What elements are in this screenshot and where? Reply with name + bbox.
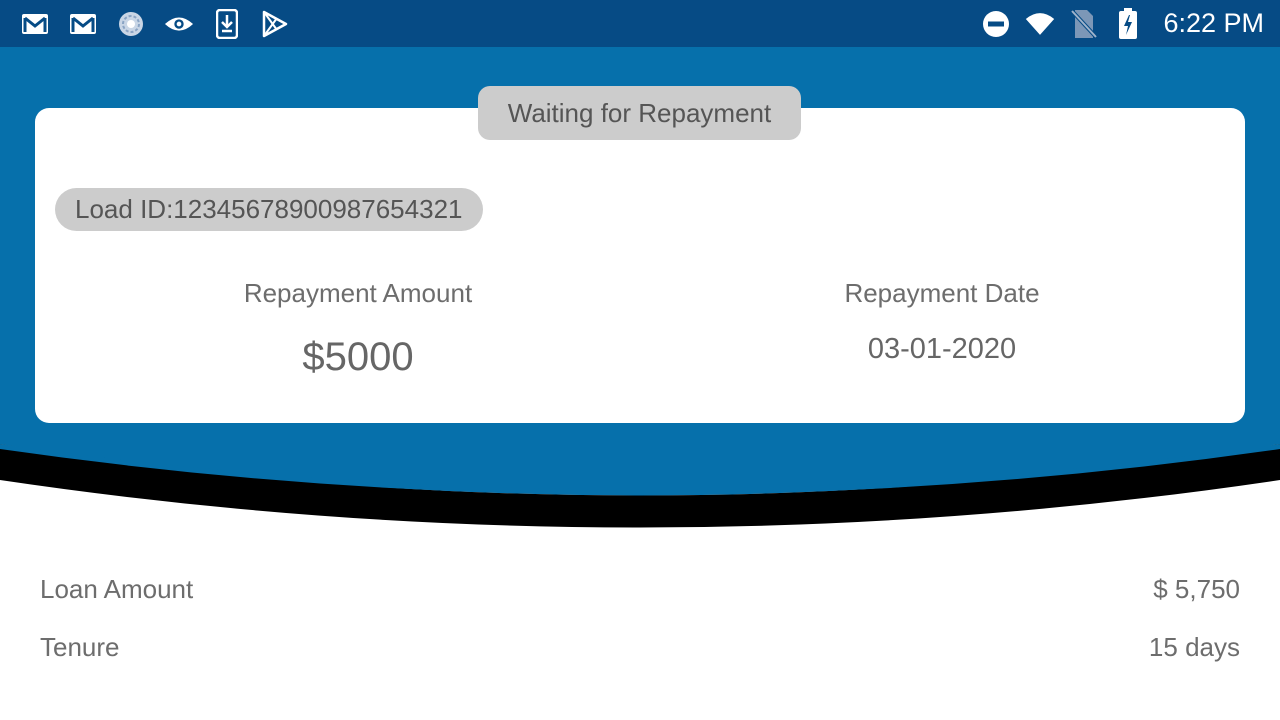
loan-amount-label: Loan Amount <box>40 573 194 604</box>
repayment-amount-section: Repayment Amount $5000 <box>58 273 658 380</box>
loan-amount-value: $ 5,750 <box>1153 573 1240 604</box>
system-icons: 6:22 PM <box>981 0 1264 47</box>
gmail-icon <box>68 9 98 39</box>
sync-icon <box>116 9 146 39</box>
loan-card: Load ID:12345678900987654321 Repayment A… <box>35 108 1245 423</box>
loan-detail-screen: 6:22 PM Load ID:12345678900987654321 Rep… <box>0 0 1280 720</box>
detail-row-tenure: Tenure 15 days <box>40 618 1240 676</box>
repayment-amount-label: Repayment Amount <box>243 278 473 308</box>
notification-icons <box>20 0 290 47</box>
detail-row-loan-amount: Loan Amount $ 5,750 <box>40 560 1240 618</box>
tenure-label: Tenure <box>40 631 120 662</box>
repayment-date-section: Repayment Date 03-01-2020 <box>642 273 1242 366</box>
no-sim-icon <box>1069 9 1099 39</box>
wifi-icon <box>1025 9 1055 39</box>
repayment-amount-value: $5000 <box>302 335 414 379</box>
loan-status-badge: Waiting for Repayment <box>478 86 801 140</box>
play-store-icon <box>260 9 290 39</box>
loan-id-badge: Load ID:12345678900987654321 <box>55 188 483 231</box>
battery-charging-icon <box>1113 7 1143 39</box>
status-bar: 6:22 PM <box>0 0 1280 47</box>
repayment-date-value: 03-01-2020 <box>867 333 1017 365</box>
download-icon <box>212 8 242 39</box>
eye-icon <box>164 9 194 39</box>
do-not-disturb-icon <box>981 9 1011 39</box>
gmail-icon <box>20 9 50 39</box>
repayment-date-label: Repayment Date <box>844 278 1040 308</box>
tenure-value: 15 days <box>1148 631 1240 662</box>
loan-details-list: Loan Amount $ 5,750 Tenure 15 days <box>40 560 1240 676</box>
status-time: 6:22 PM <box>1163 8 1264 38</box>
